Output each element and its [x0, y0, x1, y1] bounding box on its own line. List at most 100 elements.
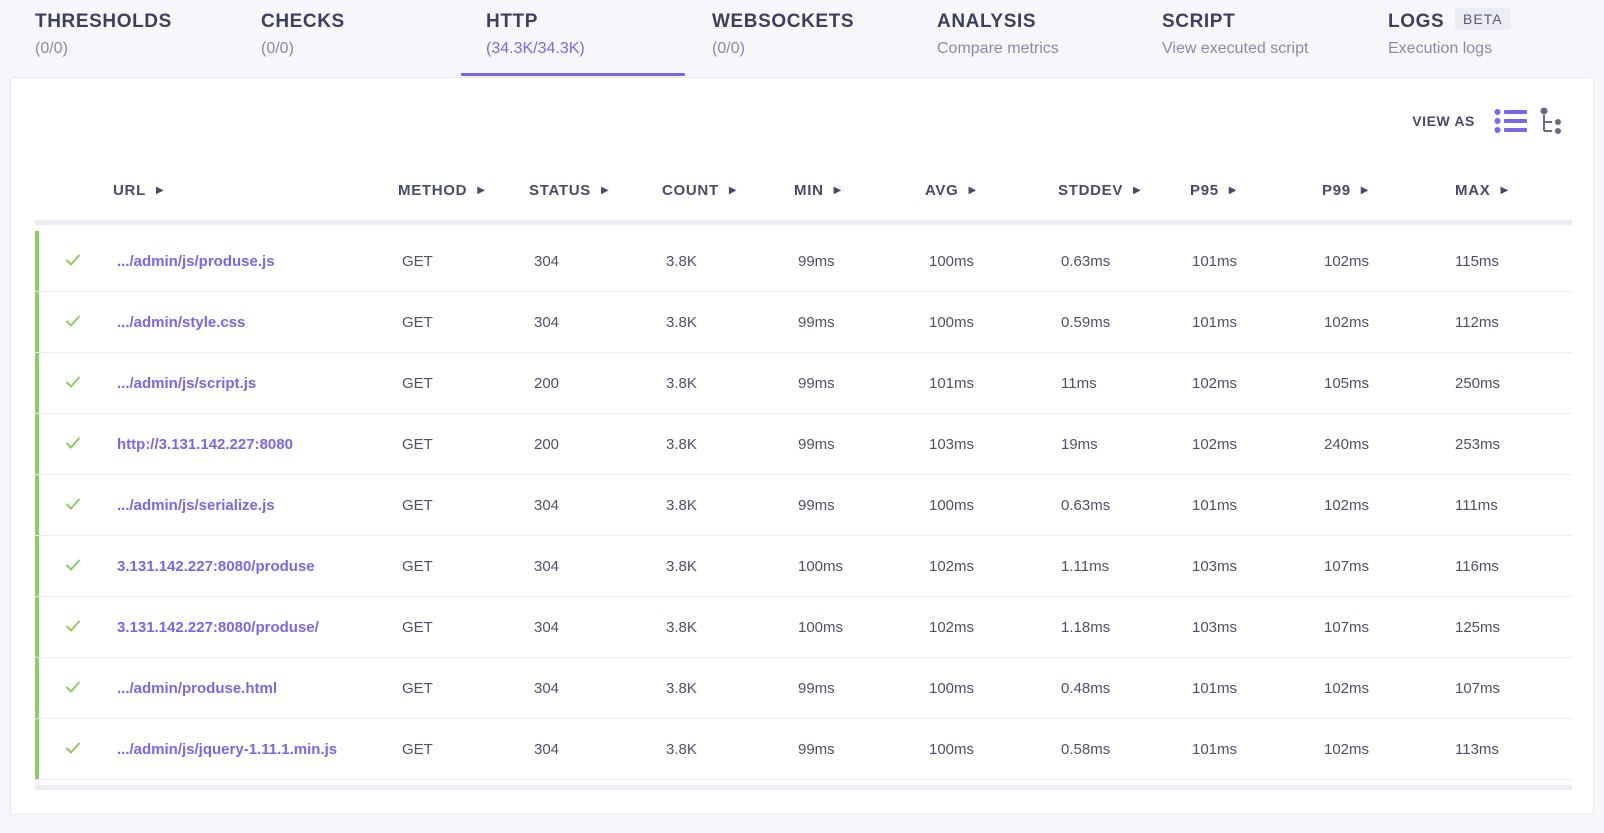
max-cell: 250ms: [1455, 375, 1501, 392]
column-header-status[interactable]: STATUS ▶: [529, 182, 609, 199]
table-row[interactable]: .../admin/js/script.js GET 200 3.8K 99ms 101m…: [35, 353, 1572, 414]
min-cell: 99ms: [798, 253, 835, 270]
max-cell: 115ms: [1455, 253, 1499, 270]
table-row[interactable]: 3.131.142.227:8080/produse/GET 304 3.8K 100…: [35, 597, 1572, 658]
min-cell: 99ms: [798, 375, 835, 392]
table-row[interactable]: .../admin/produse.html GET 304 3.8K 99ms 100m…: [35, 658, 1572, 719]
avg-cell: 101ms: [929, 375, 975, 392]
stddev-cell: 0.63ms: [1061, 253, 1111, 270]
check-icon: [66, 315, 80, 327]
avg-cell: 100ms: [929, 680, 975, 697]
check-icon: [66, 498, 80, 510]
sort-caret-icon: ▶: [1360, 185, 1370, 196]
p99-cell: 102ms: [1324, 741, 1370, 758]
column-header-avg[interactable]: AVG ▶: [925, 182, 977, 199]
url-link[interactable]: .../admin/js/serialize.js: [117, 497, 275, 514]
url-link[interactable]: http://3.131.142.227:8080: [117, 436, 293, 453]
row-status-bar: [35, 719, 39, 779]
row-status-bar: [35, 658, 39, 718]
min-cell: 99ms: [798, 314, 835, 331]
column-header-method[interactable]: METHOD ▶: [398, 182, 486, 199]
url-link[interactable]: .../admin/produse.html: [117, 680, 277, 697]
column-header-max[interactable]: MAX ▶: [1455, 182, 1509, 199]
min-cell: 100ms: [798, 558, 844, 575]
tab-analysis[interactable]: ANALYSIS Compare metrics: [937, 0, 1137, 76]
table-row[interactable]: .../admin/js/produse.js GET 304 3.8K 99ms 100…: [35, 231, 1572, 292]
max-cell: 111ms: [1455, 497, 1498, 514]
column-header-stddev[interactable]: STDDEV ▶: [1058, 182, 1141, 199]
table-row[interactable]: 3.131.142.227:8080/produse GET 304 3.8K 100m…: [35, 536, 1572, 597]
tab-websockets-count: (0/0): [712, 40, 745, 57]
url-link[interactable]: .../admin/js/script.js: [117, 375, 256, 392]
tab-bar: THRESHOLDS (0/0) CHECKS (0/0) HTTP (34.3…: [0, 0, 1604, 76]
p95-cell: 101ms: [1192, 497, 1238, 514]
url-link[interactable]: .../admin/style.css: [117, 314, 245, 331]
min-cell: 99ms: [798, 436, 835, 453]
tab-checks[interactable]: CHECKS (0/0): [261, 0, 461, 76]
p99-cell: 240ms: [1324, 436, 1370, 453]
check-icon: [66, 437, 80, 449]
view-as-label: VIEW AS: [1412, 113, 1475, 129]
max-cell: 116ms: [1455, 558, 1499, 575]
max-cell: 253ms: [1455, 436, 1501, 453]
method-cell: GET: [402, 680, 433, 697]
tab-thresholds[interactable]: THRESHOLDS (0/0): [35, 0, 235, 76]
p99-cell: 107ms: [1324, 558, 1370, 575]
sort-caret-icon: ▶: [155, 185, 165, 196]
tab-script[interactable]: SCRIPT View executed script: [1162, 0, 1362, 76]
p95-cell: 102ms: [1192, 436, 1238, 453]
table-row[interactable]: .../admin/js/jquery-1.11.1.min.js GET 304 3…: [35, 719, 1572, 780]
status-cell: 304: [534, 314, 560, 331]
url-link[interactable]: .../admin/js/produse.js: [117, 253, 275, 270]
stddev-cell: 0.58ms: [1061, 741, 1111, 758]
table-row[interactable]: .../admin/js/serialize.js GET 304 3.8K 99ms 1…: [35, 475, 1572, 536]
avg-cell: 100ms: [929, 497, 975, 514]
tab-checks-title: CHECKS: [261, 11, 345, 32]
column-header-min[interactable]: MIN ▶: [794, 182, 842, 199]
tab-script-title: SCRIPT: [1162, 11, 1236, 32]
min-cell: 99ms: [798, 497, 835, 514]
active-tab-indicator: [461, 73, 685, 76]
list-view-icon: [1494, 109, 1527, 133]
method-cell: GET: [402, 253, 433, 270]
column-header-label: MIN: [794, 182, 824, 199]
sort-caret-icon: ▶: [1133, 185, 1142, 196]
tab-script-sub: View executed script: [1162, 40, 1309, 57]
max-cell: 125ms: [1455, 619, 1501, 636]
sort-caret-icon: ▶: [477, 185, 486, 196]
p99-cell: 102ms: [1324, 680, 1370, 697]
url-link[interactable]: 3.131.142.227:8080/produse/: [117, 619, 319, 636]
table-row[interactable]: http://3.131.142.227:8080 GET 200 3.8K 99ms 1…: [35, 414, 1572, 475]
column-header-url[interactable]: URL ▶: [113, 182, 164, 199]
tab-http[interactable]: HTTP (34.3K/34.3K): [486, 0, 686, 76]
table-bottom-divider: [35, 785, 1572, 790]
avg-cell: 100ms: [929, 314, 975, 331]
row-status-bar: [35, 475, 39, 535]
p95-cell: 101ms: [1192, 314, 1238, 331]
p95-cell: 101ms: [1192, 741, 1238, 758]
stddev-cell: 0.59ms: [1061, 314, 1111, 331]
row-status-bar: [35, 536, 39, 596]
status-cell: 200: [534, 375, 560, 392]
column-header-p99[interactable]: P99 ▶: [1322, 182, 1369, 199]
min-cell: 100ms: [798, 619, 844, 636]
status-cell: 304: [534, 497, 560, 514]
url-link[interactable]: 3.131.142.227:8080/produse: [117, 558, 315, 575]
stddev-cell: 11ms: [1061, 375, 1097, 392]
p95-cell: 103ms: [1192, 619, 1238, 636]
max-cell: 113ms: [1455, 741, 1499, 758]
column-header-p95[interactable]: P95 ▶: [1190, 182, 1237, 199]
method-cell: GET: [402, 741, 433, 758]
check-icon: [66, 254, 80, 266]
table-row[interactable]: .../admin/style.css GET 304 3.8K 99ms 100ms 0.…: [35, 292, 1572, 353]
tree-view-button[interactable]: [1540, 107, 1568, 135]
list-view-button[interactable]: [1494, 108, 1528, 134]
beta-badge: BETA: [1455, 8, 1511, 30]
column-header-count[interactable]: COUNT ▶: [662, 182, 737, 199]
p99-cell: 107ms: [1324, 619, 1370, 636]
sort-caret-icon: ▶: [968, 185, 977, 196]
p95-cell: 102ms: [1192, 375, 1238, 392]
url-link[interactable]: .../admin/js/jquery-1.11.1.min.js: [117, 741, 337, 758]
tab-websockets[interactable]: WEBSOCKETS (0/0): [712, 0, 912, 76]
row-status-bar: [35, 231, 39, 291]
